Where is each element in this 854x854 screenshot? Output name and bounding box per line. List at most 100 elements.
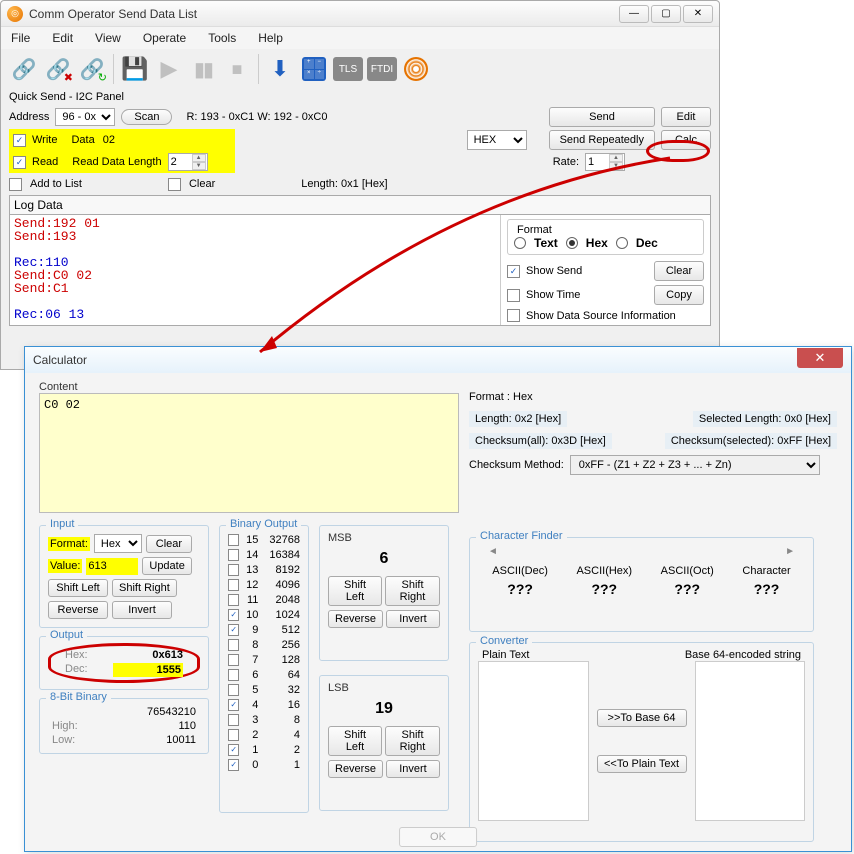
show-send-checkbox[interactable] — [507, 265, 520, 278]
edit-button[interactable]: Edit — [661, 107, 711, 127]
ftdi-icon[interactable]: FTDI — [367, 54, 397, 84]
address-label: Address — [9, 111, 49, 123]
toolbar: 🔗 🔗✖ 🔗↻ 💾 ▶ ▮▮ ■ ⬇ +−×÷ TLS FTDI — [1, 49, 719, 89]
bit-checkbox-6[interactable] — [228, 669, 239, 681]
format-select[interactable]: HEX — [467, 130, 527, 150]
update-button[interactable]: Update — [142, 557, 191, 575]
bit-checkbox-2[interactable] — [228, 729, 239, 741]
input-shift-right-button[interactable]: Shift Right — [112, 579, 177, 597]
format-hex-radio[interactable] — [566, 237, 578, 249]
bit-checkbox-5[interactable] — [228, 684, 239, 696]
calc-close-button[interactable]: ✕ — [797, 348, 843, 368]
content-box[interactable]: C0 02 — [39, 393, 459, 513]
input-invert-button[interactable]: Invert — [112, 601, 172, 619]
play-icon[interactable]: ▶ — [154, 54, 184, 84]
format-dec-radio[interactable] — [616, 237, 628, 249]
ascii-dec-label: ASCII(Dec) — [492, 565, 548, 577]
spin-down-icon[interactable]: ▼ — [192, 162, 206, 170]
send-repeatedly-button[interactable]: Send Repeatedly — [549, 130, 655, 150]
bit-checkbox-12[interactable] — [228, 579, 239, 591]
calc-button[interactable]: Calc — [661, 130, 711, 150]
bit-checkbox-10[interactable] — [228, 609, 239, 621]
spin-up-icon[interactable]: ▲ — [609, 154, 623, 162]
menu-tools[interactable]: Tools — [208, 31, 236, 45]
bit-checkbox-14[interactable] — [228, 549, 239, 561]
add-to-list-label: Add to List — [30, 178, 82, 190]
input-reverse-button[interactable]: Reverse — [48, 601, 108, 619]
bit-checkbox-15[interactable] — [228, 534, 239, 546]
bit-checkbox-3[interactable] — [228, 714, 239, 726]
menu-edit[interactable]: Edit — [52, 31, 73, 45]
hex-output: 0x613 — [113, 649, 183, 661]
maximize-button[interactable]: ▢ — [651, 5, 681, 23]
data-input[interactable] — [101, 132, 161, 148]
plain-text-box[interactable] — [478, 661, 589, 821]
checksum-all-info: Checksum(all): 0x3D [Hex] — [469, 433, 612, 449]
download-icon[interactable]: ⬇ — [265, 54, 295, 84]
clear-checkbox[interactable] — [168, 178, 181, 191]
bit-checkbox-11[interactable] — [228, 594, 239, 606]
connect-icon[interactable]: 🔗 — [9, 54, 39, 84]
write-checkbox[interactable] — [13, 134, 26, 147]
menu-view[interactable]: View — [95, 31, 121, 45]
save-icon[interactable]: 💾 — [120, 54, 150, 84]
spin-down-icon[interactable]: ▼ — [609, 162, 623, 170]
menu-file[interactable]: File — [11, 31, 30, 45]
reconnect-icon[interactable]: 🔗↻ — [77, 54, 107, 84]
high-output: 110 — [126, 720, 196, 732]
rate-input[interactable]: 1▲▼ — [585, 153, 625, 171]
spin-up-icon[interactable]: ▲ — [192, 154, 206, 162]
menu-operate[interactable]: Operate — [143, 31, 186, 45]
msb-reverse-button[interactable]: Reverse — [328, 610, 383, 628]
bit-checkbox-8[interactable] — [228, 639, 239, 651]
bit-checkbox-7[interactable] — [228, 654, 239, 666]
checksum-method-select[interactable]: 0xFF - (Z1 + Z2 + Z3 + ... + Zn) — [570, 455, 820, 475]
ok-button[interactable]: OK — [399, 827, 477, 847]
bit-checkbox-0[interactable] — [228, 759, 239, 771]
input-clear-button[interactable]: Clear — [146, 535, 192, 553]
pause-icon[interactable]: ▮▮ — [188, 54, 218, 84]
to-base64-button[interactable]: >>To Base 64 — [597, 709, 687, 727]
minimize-button[interactable]: — — [619, 5, 649, 23]
msb-shift-right-button[interactable]: Shift Right — [385, 576, 440, 606]
bit-checkbox-9[interactable] — [228, 624, 239, 636]
format-text-radio[interactable] — [514, 237, 526, 249]
lsb-invert-button[interactable]: Invert — [386, 760, 440, 778]
bit-checkbox-13[interactable] — [228, 564, 239, 576]
bit-checkbox-4[interactable] — [228, 699, 239, 711]
log-copy-button[interactable]: Copy — [654, 285, 704, 305]
add-to-list-checkbox[interactable] — [9, 178, 22, 191]
input-format-select[interactable]: Hex — [94, 534, 142, 553]
base64-box[interactable] — [695, 661, 806, 821]
calculator-toolbar-icon[interactable]: +−×÷ — [299, 54, 329, 84]
close-button[interactable]: ✕ — [683, 5, 713, 23]
tls-icon[interactable]: TLS — [333, 54, 363, 84]
msb-shift-left-button[interactable]: Shift Left — [328, 576, 382, 606]
send-button[interactable]: Send — [549, 107, 655, 127]
bit-row: 532 — [228, 682, 300, 697]
target-icon[interactable] — [401, 54, 431, 84]
msb-invert-button[interactable]: Invert — [386, 610, 440, 628]
lsb-shift-left-button[interactable]: Shift Left — [328, 726, 382, 756]
stop-icon[interactable]: ■ — [222, 54, 252, 84]
read-length-input[interactable]: 2▲▼ — [168, 153, 208, 171]
bit-row: 01 — [228, 757, 300, 772]
log-clear-button[interactable]: Clear — [654, 261, 704, 281]
bit-row: 24 — [228, 727, 300, 742]
scan-button[interactable]: Scan — [121, 109, 172, 125]
show-time-checkbox[interactable] — [507, 289, 520, 302]
lsb-shift-right-button[interactable]: Shift Right — [385, 726, 440, 756]
menu-help[interactable]: Help — [258, 31, 283, 45]
to-plain-text-button[interactable]: <<To Plain Text — [597, 755, 687, 773]
dec-output: 1555 — [113, 663, 183, 677]
address-select[interactable]: 96 - 0x60 — [55, 108, 115, 126]
cf-prev-icon[interactable]: ◄ — [488, 546, 498, 557]
bit-checkbox-1[interactable] — [228, 744, 239, 756]
read-checkbox[interactable] — [13, 156, 26, 169]
value-input[interactable] — [86, 558, 138, 575]
input-shift-left-button[interactable]: Shift Left — [48, 579, 108, 597]
cf-next-icon[interactable]: ► — [785, 546, 795, 557]
disconnect-icon[interactable]: 🔗✖ — [43, 54, 73, 84]
show-src-checkbox[interactable] — [507, 309, 520, 322]
lsb-reverse-button[interactable]: Reverse — [328, 760, 383, 778]
